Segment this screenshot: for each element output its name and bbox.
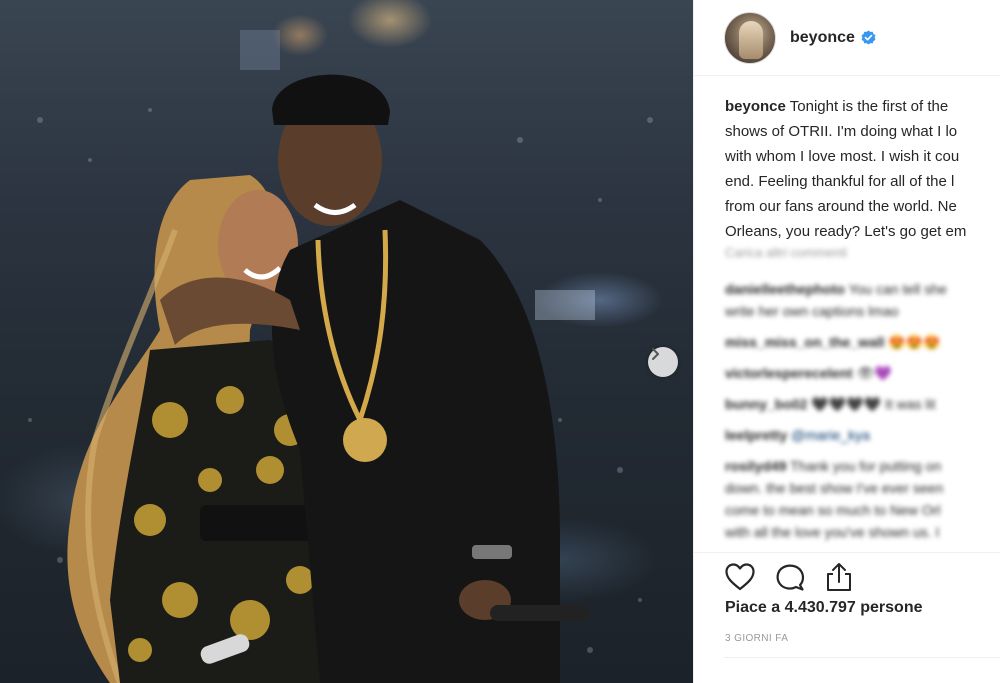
caption-line: with whom I love most. I wish it cou bbox=[725, 148, 960, 165]
comment-item: rosilyd49 Thank you for putting on bbox=[725, 455, 1000, 477]
comment-text: with all the love you've shown us. I bbox=[725, 524, 940, 540]
comment-text: down. the best show I've ever seen bbox=[725, 480, 944, 496]
likes-count[interactable]: Piace a 4.430.797 persone bbox=[725, 599, 922, 617]
caption-line: end. Feeling thankful for all of the l bbox=[725, 173, 955, 190]
comment-item: danielleethephoto You can tell she bbox=[725, 278, 1000, 300]
post-actions-bar bbox=[694, 552, 1000, 592]
photo-illustration bbox=[28, 30, 653, 683]
caption-line: shows of OTRII. I'm doing what I lo bbox=[725, 123, 958, 140]
comment-item: with all the love you've shown us. I bbox=[725, 521, 1000, 543]
comment-username[interactable]: danielleethephoto bbox=[725, 281, 845, 297]
comment-item: down. the best show I've ever seen bbox=[725, 477, 1000, 499]
caption-line: from our fans around the world. Ne bbox=[725, 198, 957, 215]
comment-item: bunny_bo02 🖤🖤🖤🖤 It was lit bbox=[725, 393, 1000, 415]
post-side-panel: beyonce beyonce Tonight is the first of … bbox=[693, 0, 1000, 683]
share-icon bbox=[827, 562, 851, 591]
verified-badge-icon bbox=[861, 30, 876, 45]
comment-item: leelpretty @marie_kya bbox=[725, 424, 1000, 446]
caption-line: beyonce Tonight is the first of the bbox=[725, 94, 1000, 119]
comment-text: 👁💜 bbox=[856, 365, 892, 381]
heart-icon bbox=[725, 562, 755, 590]
likes-suffix: persone bbox=[855, 599, 923, 616]
comment-item: miss_miss_on_the_wall 😍😍😍 bbox=[725, 331, 1000, 353]
likes-number: 4.430.797 bbox=[784, 599, 856, 616]
comment-username[interactable]: rosilyd49 bbox=[725, 458, 786, 474]
comments-list: danielleethephoto You can tell she write… bbox=[725, 278, 1000, 543]
post-photo[interactable] bbox=[0, 0, 693, 683]
comment-text: You can tell she bbox=[848, 281, 947, 297]
comment-username[interactable]: leelpretty bbox=[725, 427, 787, 443]
comment-text: Thank you for putting on bbox=[790, 458, 942, 474]
comment-username[interactable]: miss_miss_on_the_wall bbox=[725, 334, 885, 350]
likes-prefix: Piace a bbox=[725, 599, 785, 616]
comment-item: write her own captions lmao bbox=[725, 300, 1000, 322]
comment-text: come to mean so much to New Orl bbox=[725, 502, 941, 518]
post-timestamp[interactable]: 3 GIORNI FA bbox=[725, 633, 788, 644]
comment-item: victorlesperecelent 👁💜 bbox=[725, 362, 1000, 384]
share-button[interactable] bbox=[824, 561, 860, 593]
comment-text: 🖤🖤🖤🖤 It was lit bbox=[811, 396, 936, 412]
caption-text: Tonight is the first of the bbox=[789, 98, 949, 115]
comment-username[interactable]: victorlesperecelent bbox=[725, 365, 853, 381]
load-more-comments-link[interactable]: Carica altri commenti bbox=[725, 245, 847, 260]
post-header: beyonce bbox=[694, 0, 1000, 76]
like-button[interactable] bbox=[724, 561, 760, 593]
post-caption: beyonce Tonight is the first of the show… bbox=[725, 94, 1000, 244]
carousel-next-button[interactable] bbox=[648, 347, 678, 377]
comment-button[interactable] bbox=[774, 561, 810, 593]
username-link[interactable]: beyonce bbox=[790, 29, 855, 47]
caption-line: Orleans, you ready? Let's go get em bbox=[725, 223, 967, 240]
chevron-right-icon bbox=[652, 348, 659, 360]
avatar[interactable] bbox=[724, 11, 776, 64]
comment-bubble-icon bbox=[776, 564, 805, 591]
comment-text: write her own captions lmao bbox=[725, 303, 899, 319]
caption-author[interactable]: beyonce bbox=[725, 98, 786, 115]
comment-mention-link[interactable]: @marie_kya bbox=[791, 427, 870, 443]
comment-username[interactable]: bunny_bo02 bbox=[725, 396, 807, 412]
comment-item: come to mean so much to New Orl bbox=[725, 499, 1000, 521]
divider bbox=[724, 657, 1000, 658]
comment-text: 😍😍😍 bbox=[888, 334, 941, 350]
